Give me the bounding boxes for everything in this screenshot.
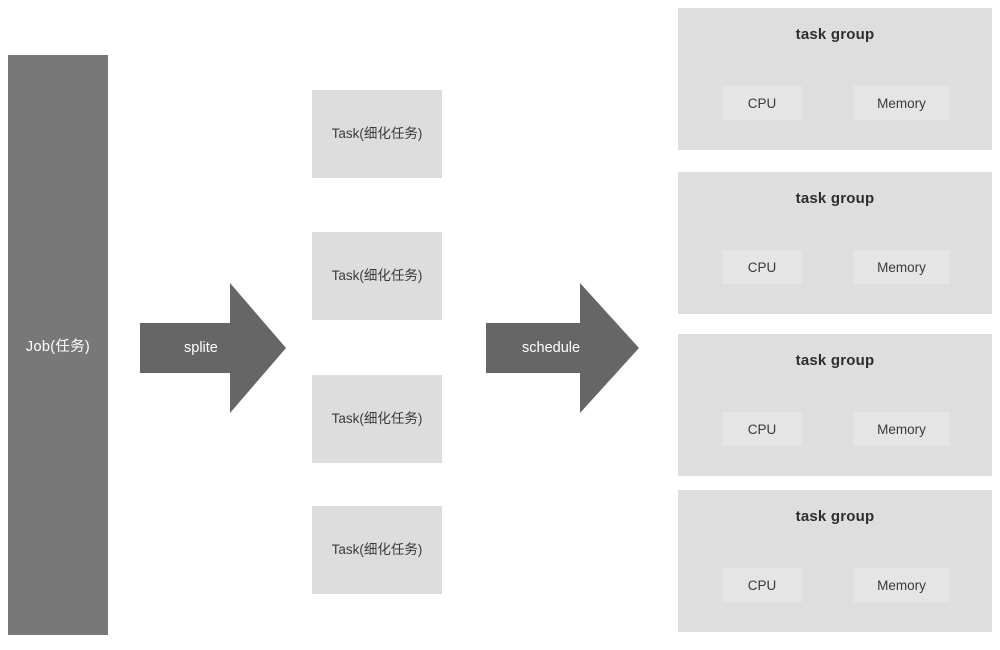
resource-label: CPU [747, 577, 777, 593]
resource-label: Memory [877, 577, 926, 593]
resource-memory[interactable]: Memory [853, 568, 950, 602]
resource-label: Memory [877, 421, 926, 437]
task-group[interactable]: task group CPU Memory [678, 8, 992, 150]
task-box[interactable]: Task(细化任务) [312, 232, 442, 320]
task-group-title: task group [795, 352, 875, 369]
resource-cpu[interactable]: CPU [722, 412, 802, 446]
task-group[interactable]: task group CPU Memory [678, 334, 992, 476]
task-box[interactable]: Task(细化任务) [312, 90, 442, 178]
resource-label: CPU [747, 259, 777, 275]
resource-memory[interactable]: Memory [853, 250, 950, 284]
arrow-splite[interactable]: splite [140, 283, 286, 413]
resource-memory[interactable]: Memory [853, 86, 950, 120]
task-label: Task(细化任务) [331, 126, 423, 141]
task-label: Task(细化任务) [331, 542, 423, 557]
task-group-title: task group [795, 26, 875, 43]
resource-cpu[interactable]: CPU [722, 250, 802, 284]
task-label: Task(细化任务) [331, 268, 423, 283]
resource-label: CPU [747, 421, 777, 437]
arrow-splite-label: splite [184, 340, 218, 356]
job-box[interactable]: Job(任务) [8, 55, 108, 635]
job-label: Job(任务) [25, 338, 91, 355]
resource-label: Memory [877, 259, 926, 275]
arrow-schedule[interactable]: schedule [486, 283, 639, 413]
task-group-title: task group [795, 508, 875, 525]
arrow-schedule-label: schedule [522, 340, 581, 356]
resource-memory[interactable]: Memory [853, 412, 950, 446]
task-box[interactable]: Task(细化任务) [312, 506, 442, 594]
resource-cpu[interactable]: CPU [722, 568, 802, 602]
task-group[interactable]: task group CPU Memory [678, 490, 992, 632]
diagram-canvas: Job(任务) splite schedule Task(细化任务) Task(… [0, 0, 1000, 650]
resource-label: Memory [877, 95, 926, 111]
resource-cpu[interactable]: CPU [722, 86, 802, 120]
resource-label: CPU [747, 95, 777, 111]
task-label: Task(细化任务) [331, 411, 423, 426]
task-group-title: task group [795, 190, 875, 207]
task-box[interactable]: Task(细化任务) [312, 375, 442, 463]
task-group[interactable]: task group CPU Memory [678, 172, 992, 314]
